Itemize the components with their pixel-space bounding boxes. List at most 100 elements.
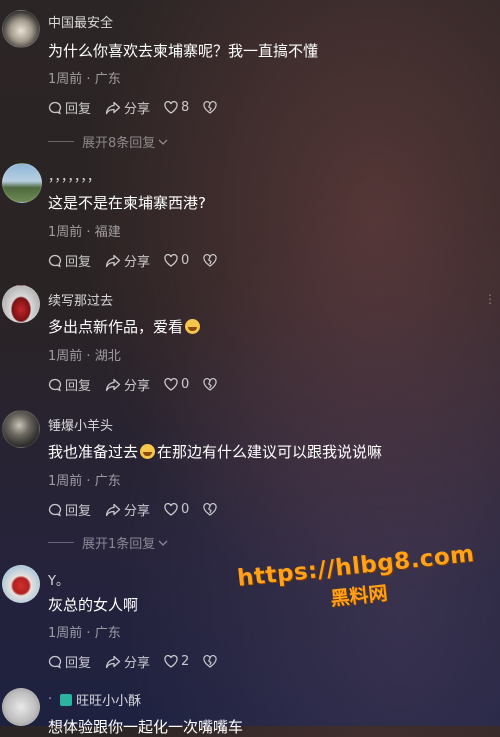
reply-button[interactable]: 回复 <box>48 652 91 671</box>
comment-username[interactable]: 锤爆小羊头 <box>48 415 113 434</box>
meta-separator: · <box>86 72 91 87</box>
share-button[interactable]: 分享 <box>105 375 150 394</box>
avatar[interactable] <box>2 10 40 48</box>
reply-button[interactable]: 回复 <box>48 98 91 117</box>
avatar[interactable] <box>2 163 42 203</box>
expand-replies[interactable]: 展开1条回复 <box>48 533 169 552</box>
chevron-down-icon <box>158 540 168 546</box>
reply-icon <box>48 254 62 267</box>
dislike-button[interactable] <box>203 254 220 267</box>
laughing-emoji-icon <box>185 319 201 334</box>
divider-line <box>48 141 74 142</box>
comment-meta: 1周前 · 福建 <box>48 221 121 240</box>
dislike-button[interactable] <box>203 378 220 391</box>
comment-meta: 1周前 · 广东 <box>48 470 121 489</box>
comment-username[interactable]: ，，，，，，， <box>48 166 100 185</box>
broken-heart-icon <box>203 254 217 267</box>
meta-separator: · <box>86 474 91 489</box>
like-button[interactable]: 0 <box>164 502 189 517</box>
reply-label: 回复 <box>65 656 92 671</box>
comment-actions: 回复 分享 0 <box>48 375 234 394</box>
like-button[interactable]: 0 <box>164 253 189 268</box>
avatar[interactable] <box>2 688 40 726</box>
comment-text: 为什么你喜欢去柬埔寨呢？我一直搞不懂 <box>48 42 319 60</box>
like-count: 8 <box>181 100 190 115</box>
share-button[interactable]: 分享 <box>105 652 150 671</box>
comment-username-row[interactable]: · 旺旺小小酥 <box>48 690 141 709</box>
comment-meta: 1周前 · 湖北 <box>48 345 121 364</box>
reply-button[interactable]: 回复 <box>48 251 91 270</box>
share-icon <box>105 655 121 668</box>
comment-text-part: 在那边有什么建议可以跟我说说嘛 <box>157 443 383 461</box>
comment-actions: 回复 分享 0 <box>48 500 234 519</box>
comment-time: 1周前 <box>48 349 83 364</box>
like-count: 0 <box>181 502 190 517</box>
share-label: 分享 <box>124 656 151 671</box>
chevron-down-icon <box>158 139 168 145</box>
comment-text: 灰总的女人啊 <box>48 596 139 614</box>
divider-line <box>48 542 74 543</box>
comment-text-body: 多出点新作品，爱看 <box>48 318 184 336</box>
like-button[interactable]: 8 <box>164 100 189 115</box>
comment-meta: 1周前 · 广东 <box>48 68 121 87</box>
more-indicator: ⋮ <box>484 292 496 306</box>
reply-label: 回复 <box>65 504 92 519</box>
fan-badge-icon <box>60 693 73 706</box>
comment-actions: 回复 分享 0 <box>48 251 234 270</box>
expand-label: 展开1条回复 <box>82 537 156 552</box>
like-count: 2 <box>181 654 190 669</box>
comment-text: 这是不是在柬埔寨西港? <box>48 194 206 212</box>
comment-username: 旺旺小小酥 <box>76 694 142 709</box>
share-button[interactable]: 分享 <box>105 98 150 117</box>
avatar[interactable] <box>2 410 40 448</box>
share-label: 分享 <box>124 504 151 519</box>
comment-time: 1周前 <box>48 626 83 641</box>
like-button[interactable]: 2 <box>164 654 189 669</box>
reply-label: 回复 <box>65 102 92 117</box>
comment-actions: 回复 分享 8 <box>48 98 234 117</box>
reply-button[interactable]: 回复 <box>48 500 91 519</box>
comment-time: 1周前 <box>48 225 83 240</box>
comment-time: 1周前 <box>48 72 83 87</box>
share-icon <box>105 503 121 516</box>
comment-location: 福建 <box>94 225 121 240</box>
heart-icon <box>164 655 178 668</box>
share-icon <box>105 254 121 267</box>
like-button[interactable]: 0 <box>164 377 189 392</box>
meta-separator: · <box>86 225 91 240</box>
broken-heart-icon <box>203 503 217 516</box>
comment-username[interactable]: 续写那过去 <box>48 290 113 309</box>
dislike-button[interactable] <box>203 101 220 114</box>
comment-username[interactable]: Y。 <box>48 570 69 589</box>
share-label: 分享 <box>124 102 151 117</box>
reply-label: 回复 <box>65 255 92 270</box>
expand-label: 展开8条回复 <box>82 136 156 151</box>
like-count: 0 <box>181 377 190 392</box>
bullet-dot: · <box>48 692 53 707</box>
dislike-button[interactable] <box>203 503 220 516</box>
comment-location: 广东 <box>94 474 121 489</box>
dislike-button[interactable] <box>203 655 220 668</box>
comment-location: 广东 <box>94 626 121 641</box>
comment-actions: 回复 分享 2 <box>48 652 234 671</box>
reply-icon <box>48 655 62 668</box>
expand-replies[interactable]: 展开8条回复 <box>48 132 169 151</box>
avatar[interactable] <box>2 565 40 603</box>
comment-time: 1周前 <box>48 474 83 489</box>
comment-username[interactable]: 中国最安全 <box>48 12 113 31</box>
broken-heart-icon <box>203 101 217 114</box>
reply-icon <box>48 378 62 391</box>
comment-location: 湖北 <box>94 349 121 364</box>
broken-heart-icon <box>203 655 217 668</box>
share-button[interactable]: 分享 <box>105 251 150 270</box>
share-icon <box>105 378 121 391</box>
comment-text: 我也准备过去 在那边有什么建议可以跟我说说嘛 <box>48 441 382 462</box>
reply-button[interactable]: 回复 <box>48 375 91 394</box>
share-button[interactable]: 分享 <box>105 500 150 519</box>
heart-icon <box>164 101 178 114</box>
comment-text: 多出点新作品，爱看 <box>48 316 202 337</box>
comment-meta: 1周前 · 广东 <box>48 622 121 641</box>
avatar[interactable] <box>2 285 40 323</box>
heart-icon <box>164 378 178 391</box>
comment-location: 广东 <box>94 72 121 87</box>
